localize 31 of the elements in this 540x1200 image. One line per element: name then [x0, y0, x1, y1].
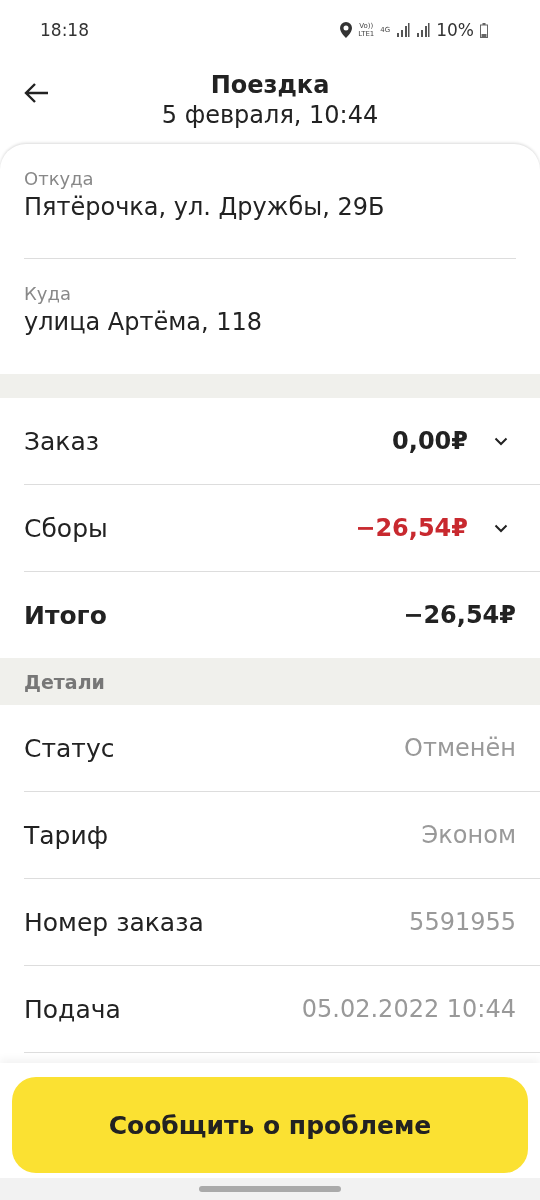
address-label: Куда	[24, 283, 72, 304]
detail-value: 5591955	[409, 908, 516, 936]
amount-label: Итого	[24, 600, 108, 630]
detail-label: Подача	[24, 994, 121, 1024]
detail-label: Статус	[24, 733, 115, 763]
amount-label: Заказ	[24, 426, 101, 456]
detail-value: Отменён	[404, 734, 516, 762]
page-title: Поездка	[210, 71, 330, 99]
back-arrow-icon[interactable]	[24, 82, 50, 104]
chevron-down-icon[interactable]	[494, 523, 508, 533]
amount-value: −26,54₽	[355, 514, 468, 542]
amount-value: 0,00₽	[392, 427, 468, 455]
detail-label: Номер заказа	[24, 907, 204, 937]
amount-value: −26,54₽	[403, 601, 516, 629]
amount-label: Сборы	[24, 513, 109, 543]
signal-icon	[416, 23, 431, 37]
signal-icon	[396, 23, 411, 37]
section-title: Детали	[24, 670, 105, 693]
detail-value: 05.02.2022 10:44	[301, 995, 516, 1023]
address-label: Откуда	[24, 168, 95, 189]
report-problem-button[interactable]: Сообщить о проблеме	[12, 1077, 528, 1173]
detail-value: Эконом	[421, 821, 516, 849]
battery-icon	[480, 22, 488, 38]
address-value: улица Артёма, 118	[24, 308, 264, 336]
detail-label: Тариф	[24, 820, 109, 850]
battery-level: 10%	[436, 20, 474, 40]
trip-date: 5 февраля, 10:44	[161, 101, 379, 129]
address-value: Пятёрочка, ул. Дружбы, 29Б	[24, 193, 386, 221]
status-time: 18:18	[40, 20, 89, 40]
chevron-down-icon[interactable]	[494, 436, 508, 446]
location-icon	[340, 22, 353, 38]
